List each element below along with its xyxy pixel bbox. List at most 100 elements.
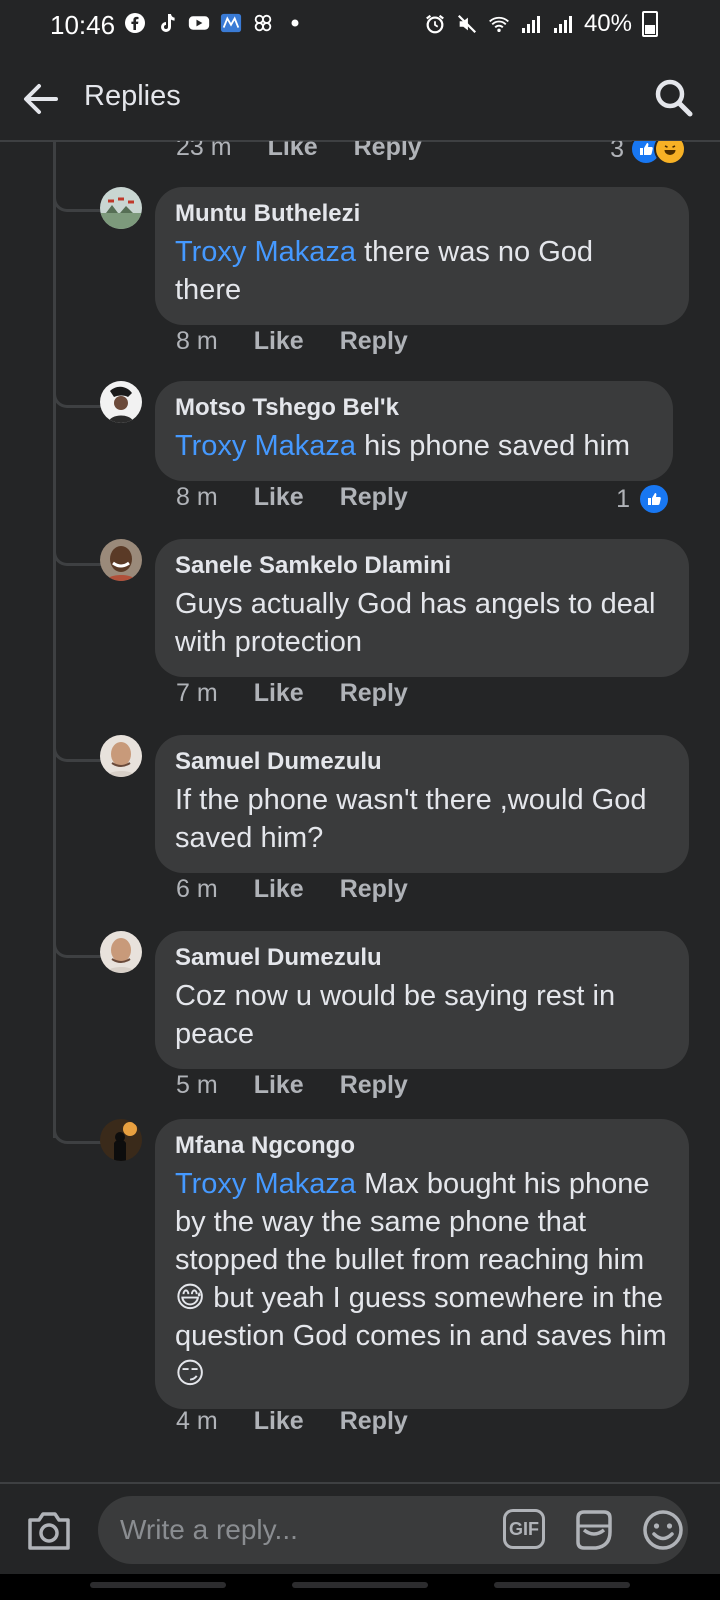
reaction-count: 3	[610, 141, 624, 163]
comment-author[interactable]: Samuel Dumezulu	[175, 747, 667, 777]
youtube-icon	[188, 12, 210, 34]
nav-home-button[interactable]	[292, 1582, 428, 1588]
nav-recents-button[interactable]	[90, 1582, 226, 1588]
battery-icon	[642, 11, 658, 37]
comment-actions: 4 m Like Reply	[176, 1407, 408, 1436]
mention-link[interactable]: Troxy Makaza	[175, 236, 356, 268]
thread-branch	[53, 535, 102, 566]
camera-button[interactable]	[26, 1508, 72, 1552]
wifi-icon	[488, 13, 510, 35]
comment-actions: 8 m Like Reply	[176, 483, 408, 512]
avatar[interactable]	[100, 187, 142, 229]
reply-button[interactable]: Reply	[340, 1071, 408, 1100]
status-time: 10:46	[50, 10, 116, 40]
page-title: Replies	[84, 80, 181, 112]
comment-text: Troxy Makaza Max bought his phone by the…	[175, 1165, 667, 1393]
comment-text: Troxy Makaza there was no God there	[175, 233, 667, 309]
comment-bubble[interactable]: Samuel Dumezulu Coz now u would be sayin…	[155, 931, 689, 1069]
search-icon	[655, 79, 693, 117]
avatar[interactable]	[100, 735, 142, 777]
thread-branch	[53, 731, 102, 762]
comment-text: Coz now u would be saying rest in peace	[175, 980, 616, 1050]
reaction-count: 1	[616, 484, 630, 513]
system-icons: 40%	[424, 10, 658, 38]
like-reaction-icon	[638, 483, 670, 515]
like-button[interactable]: Like	[268, 141, 318, 162]
comment-actions: 6 m Like Reply	[176, 875, 408, 904]
comment-author[interactable]: Samuel Dumezulu	[175, 943, 667, 973]
mention-link[interactable]: Troxy Makaza	[175, 430, 356, 462]
emoji-icon	[643, 1510, 683, 1550]
status-bar: 10:46 40%	[0, 0, 720, 54]
comment-body: his phone saved him	[356, 430, 631, 462]
tiktok-icon	[156, 12, 178, 34]
sticker-icon	[576, 1510, 612, 1550]
news-app-icon	[220, 12, 242, 34]
facebook-icon	[124, 12, 146, 34]
reply-button[interactable]: Reply	[340, 483, 408, 512]
reply-composer: GIF	[0, 1482, 720, 1574]
battery-percent: 40%	[583, 10, 632, 37]
comment-bubble[interactable]: Motso Tshego Bel'k Troxy Makaza his phon…	[155, 381, 673, 481]
comment-author[interactable]: Mfana Ngcongo	[175, 1131, 667, 1161]
like-button[interactable]: Like	[254, 875, 304, 904]
reply-button[interactable]: Reply	[340, 679, 408, 708]
comment-author[interactable]: Muntu Buthelezi	[175, 199, 667, 229]
haha-reaction-icon	[654, 141, 686, 165]
reply-button[interactable]: Reply	[354, 141, 422, 162]
comment-text: If the phone wasn't there ,would God sav…	[175, 784, 647, 854]
comment-time: 8 m	[176, 327, 218, 355]
comment-time: 8 m	[176, 483, 218, 511]
thread-line	[53, 141, 56, 1138]
avatar[interactable]	[100, 381, 142, 423]
search-button[interactable]	[652, 76, 696, 120]
reply-button[interactable]: Reply	[340, 327, 408, 356]
like-button[interactable]: Like	[254, 327, 304, 356]
comment-author[interactable]: Sanele Samkelo Dlamini	[175, 551, 667, 581]
like-button[interactable]: Like	[254, 679, 304, 708]
avatar[interactable]	[100, 1119, 142, 1161]
like-button[interactable]: Like	[254, 1407, 304, 1436]
system-nav-bar	[0, 1574, 720, 1600]
comment-bubble[interactable]: Samuel Dumezulu If the phone wasn't ther…	[155, 735, 689, 873]
alarm-icon	[424, 13, 446, 35]
comment-bubble[interactable]: Sanele Samkelo Dlamini Guys actually God…	[155, 539, 689, 677]
sticker-button[interactable]	[572, 1508, 616, 1552]
comment-time: 5 m	[176, 1071, 218, 1099]
comment-text: Troxy Makaza his phone saved him	[175, 427, 651, 465]
dot-icon	[284, 12, 306, 34]
reaction-summary[interactable]: 3	[610, 141, 686, 165]
like-button[interactable]: Like	[254, 1071, 304, 1100]
reply-button[interactable]: Reply	[340, 1407, 408, 1436]
back-arrow-icon	[24, 84, 58, 114]
mention-link[interactable]: Troxy Makaza	[175, 1168, 356, 1200]
comment-time: 6 m	[176, 875, 218, 903]
reaction-summary[interactable]: 1	[616, 483, 670, 515]
comment-body: Max bought his phone by the way the same…	[175, 1168, 667, 1390]
back-button[interactable]	[20, 78, 62, 120]
comment-time: 23 m	[176, 141, 232, 161]
comment-author[interactable]: Motso Tshego Bel'k	[175, 393, 651, 423]
reply-button[interactable]: Reply	[340, 875, 408, 904]
pinwheel-icon	[252, 12, 274, 34]
signal-icon	[520, 13, 542, 35]
notification-icons	[124, 12, 306, 34]
mute-icon	[456, 13, 478, 35]
comment-time: 7 m	[176, 679, 218, 707]
like-button[interactable]: Like	[254, 483, 304, 512]
signal-icon	[552, 13, 574, 35]
thread-branch	[53, 1113, 102, 1144]
comment-bubble[interactable]: Muntu Buthelezi Troxy Makaza there was n…	[155, 187, 689, 325]
avatar[interactable]	[100, 931, 142, 973]
comment-bubble[interactable]: Mfana Ngcongo Troxy Makaza Max bought hi…	[155, 1119, 689, 1409]
gif-button[interactable]: GIF	[503, 1509, 545, 1549]
replies-thread: 23 m Like Reply 3 Muntu Buthelezi Troxy …	[0, 141, 720, 1481]
parent-comment-actions: 23 m Like Reply	[176, 141, 422, 162]
comment-actions: 5 m Like Reply	[176, 1071, 408, 1100]
comment-text: Guys actually God has angels to deal wit…	[175, 588, 656, 658]
nav-back-button[interactable]	[494, 1582, 630, 1588]
avatar[interactable]	[100, 539, 142, 581]
emoji-button[interactable]	[641, 1508, 685, 1552]
thread-branch	[53, 377, 102, 408]
thread-branch	[53, 181, 102, 212]
